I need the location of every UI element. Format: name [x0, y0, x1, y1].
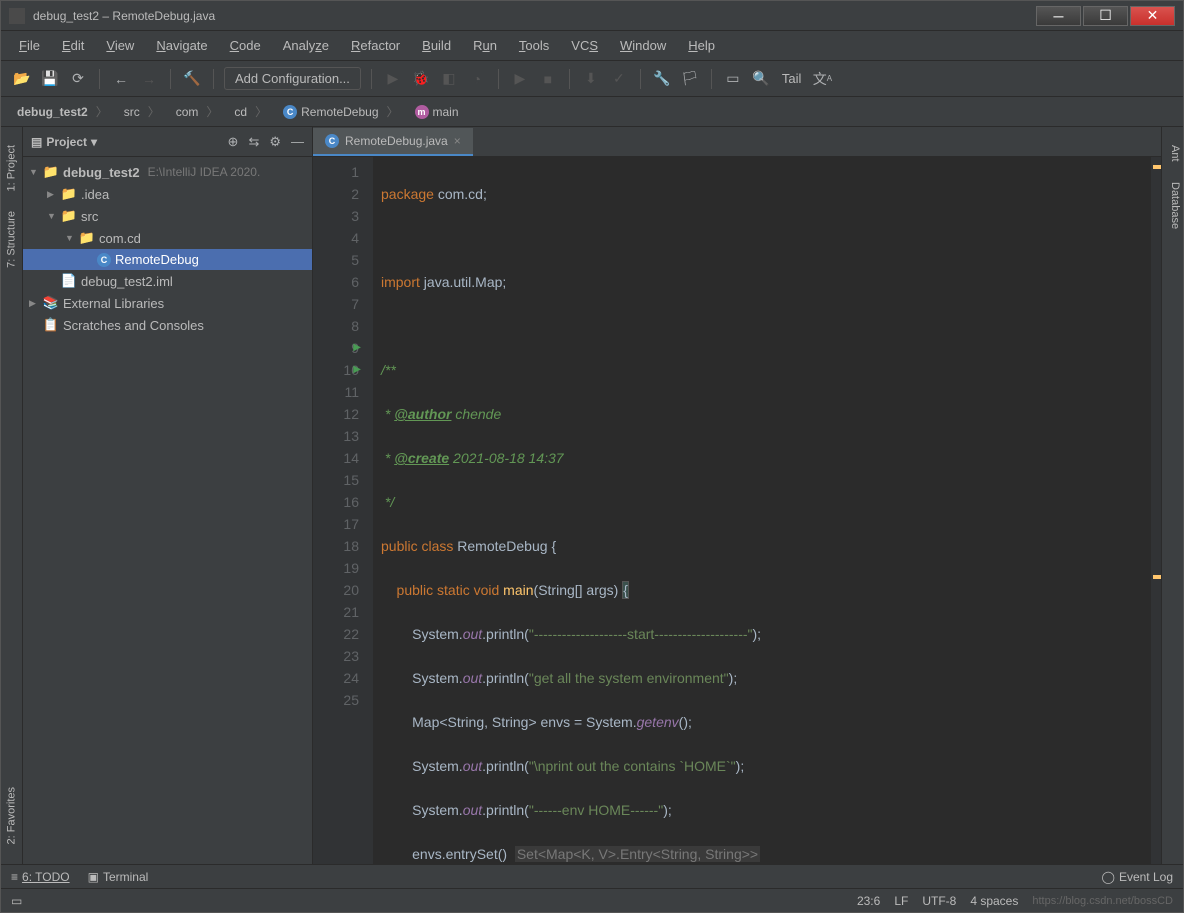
tab-structure[interactable]: 7: Structure	[1, 201, 22, 278]
crumb-method[interactable]: mmain	[409, 103, 465, 121]
title-bar: debug_test2 – RemoteDebug.java ─ ☐ ✕	[1, 1, 1183, 31]
build-icon[interactable]: 🔨	[181, 68, 203, 90]
open-icon[interactable]: 📂	[11, 68, 33, 90]
project-tree: ▼📁 debug_test2 E:\IntelliJ IDEA 2020. ▶📁…	[23, 157, 312, 864]
editor-tab-remotedebug[interactable]: C RemoteDebug.java ×	[313, 128, 473, 156]
status-bar: ▭ 23:6 LF UTF-8 4 spaces https://blog.cs…	[1, 888, 1183, 912]
locate-icon[interactable]: ⊕	[228, 134, 239, 150]
menu-analyze[interactable]: Analyze	[275, 34, 337, 57]
toolbar: 📂 💾 ⟳ ← → 🔨 Add Configuration... ▶ 🐞 ◧ ◔…	[1, 61, 1183, 97]
back-icon[interactable]: ←	[110, 68, 132, 90]
crumb-project[interactable]: debug_test2〉	[11, 101, 114, 122]
search-icon[interactable]: 🔍	[750, 68, 772, 90]
run-config-dropdown[interactable]: Add Configuration...	[224, 67, 361, 90]
encoding[interactable]: UTF-8	[922, 894, 956, 908]
vcs-commit-icon[interactable]: ✓	[608, 68, 630, 90]
tab-database[interactable]: Database	[1162, 172, 1183, 239]
tree-external[interactable]: ▶📚 External Libraries	[23, 292, 312, 314]
tree-root[interactable]: ▼📁 debug_test2 E:\IntelliJ IDEA 2020.	[23, 161, 312, 183]
debug-icon[interactable]: 🐞	[410, 68, 432, 90]
tree-package[interactable]: ▼📁 com.cd	[23, 227, 312, 249]
tab-project[interactable]: 1: Project	[1, 135, 22, 201]
run-marker-class[interactable]: ▶	[353, 337, 361, 359]
screen-icon[interactable]: ▭	[722, 68, 744, 90]
run-icon[interactable]: ▶	[382, 68, 404, 90]
maximize-button[interactable]: ☐	[1083, 6, 1128, 26]
editor-area: C RemoteDebug.java × 1234 5678 9▶ 10▶ 11…	[313, 127, 1161, 864]
tail-label[interactable]: Tail	[778, 71, 806, 86]
minimize-button[interactable]: ─	[1036, 6, 1081, 26]
status-icon[interactable]: ▭	[11, 894, 22, 908]
flag-icon[interactable]: 🏳	[679, 68, 701, 90]
window-title: debug_test2 – RemoteDebug.java	[33, 9, 1034, 23]
tree-src[interactable]: ▼📁 src	[23, 205, 312, 227]
menu-navigate[interactable]: Navigate	[148, 34, 215, 57]
menu-help[interactable]: Help	[680, 34, 723, 57]
run-marker-main[interactable]: ▶	[353, 359, 361, 381]
settings-icon[interactable]: 🔧	[651, 68, 673, 90]
close-tab-icon[interactable]: ×	[454, 134, 461, 148]
tab-eventlog[interactable]: ◯ Event Log	[1102, 870, 1173, 884]
code-content[interactable]: package com.cd; import java.util.Map; /*…	[373, 157, 1151, 864]
line-separator[interactable]: LF	[894, 894, 908, 908]
menu-file[interactable]: File	[11, 34, 48, 57]
menu-refactor[interactable]: Refactor	[343, 34, 408, 57]
error-stripe[interactable]	[1151, 157, 1161, 864]
panel-settings-icon[interactable]: ⚙	[269, 134, 281, 150]
menu-view[interactable]: View	[98, 34, 142, 57]
tab-terminal[interactable]: ▣ Terminal	[88, 870, 149, 884]
indent[interactable]: 4 spaces	[970, 894, 1018, 908]
tree-idea[interactable]: ▶📁 .idea	[23, 183, 312, 205]
translate-icon[interactable]: 文A	[811, 68, 833, 90]
tab-ant[interactable]: Ant	[1162, 135, 1183, 172]
crumb-src[interactable]: src〉	[118, 101, 166, 122]
crumb-com[interactable]: com〉	[170, 101, 225, 122]
menu-run[interactable]: Run	[465, 34, 505, 57]
left-tool-tabs: 1: Project 7: Structure 2: Favorites	[1, 127, 23, 864]
panel-title[interactable]: ▤ Project ▾	[31, 135, 220, 149]
watermark: https://blog.csdn.net/bossCD	[1032, 895, 1173, 907]
close-button[interactable]: ✕	[1130, 6, 1175, 26]
tab-todo[interactable]: ≡ 6: TODO	[11, 870, 70, 884]
coverage-icon[interactable]: ◧	[438, 68, 460, 90]
gutter: 1234 5678 9▶ 10▶ 11121314 15161718 19202…	[313, 157, 373, 864]
refresh-icon[interactable]: ⟳	[67, 68, 89, 90]
hide-panel-icon[interactable]: —	[291, 134, 304, 150]
profile-icon[interactable]: ◔	[466, 68, 488, 90]
breadcrumb: debug_test2〉 src〉 com〉 cd〉 CRemoteDebug〉…	[1, 97, 1183, 127]
tab-favorites[interactable]: 2: Favorites	[1, 777, 22, 854]
app-icon	[9, 8, 25, 24]
editor-tabs: C RemoteDebug.java ×	[313, 127, 1161, 157]
menu-build[interactable]: Build	[414, 34, 459, 57]
menu-window[interactable]: Window	[612, 34, 674, 57]
right-tool-tabs: Ant Database	[1161, 127, 1183, 864]
menu-code[interactable]: Code	[222, 34, 269, 57]
tree-iml[interactable]: 📄 debug_test2.iml	[23, 270, 312, 292]
vcs-update-icon[interactable]: ⬇	[580, 68, 602, 90]
menu-vcs[interactable]: VCS	[563, 34, 606, 57]
crumb-class[interactable]: CRemoteDebug〉	[277, 101, 404, 122]
bottom-tabs: ≡ 6: TODO ▣ Terminal ◯ Event Log	[1, 864, 1183, 888]
tree-scratches[interactable]: 📋 Scratches and Consoles	[23, 314, 312, 336]
menu-edit[interactable]: Edit	[54, 34, 92, 57]
editor[interactable]: 1234 5678 9▶ 10▶ 11121314 15161718 19202…	[313, 157, 1161, 864]
stop-icon[interactable]: ■	[537, 68, 559, 90]
forward-icon[interactable]: →	[138, 68, 160, 90]
crumb-cd[interactable]: cd〉	[228, 101, 273, 122]
collapse-icon[interactable]: ⇆	[248, 134, 259, 150]
tree-class[interactable]: C RemoteDebug	[23, 249, 312, 270]
menu-bar: File Edit View Navigate Code Analyze Ref…	[1, 31, 1183, 61]
cursor-position[interactable]: 23:6	[857, 894, 880, 908]
tab-label: RemoteDebug.java	[345, 134, 448, 148]
project-panel: ▤ Project ▾ ⊕ ⇆ ⚙ — ▼📁 debug_test2 E:\In…	[23, 127, 313, 864]
save-icon[interactable]: 💾	[39, 68, 61, 90]
attach-run-icon[interactable]: ▶	[509, 68, 531, 90]
menu-tools[interactable]: Tools	[511, 34, 557, 57]
